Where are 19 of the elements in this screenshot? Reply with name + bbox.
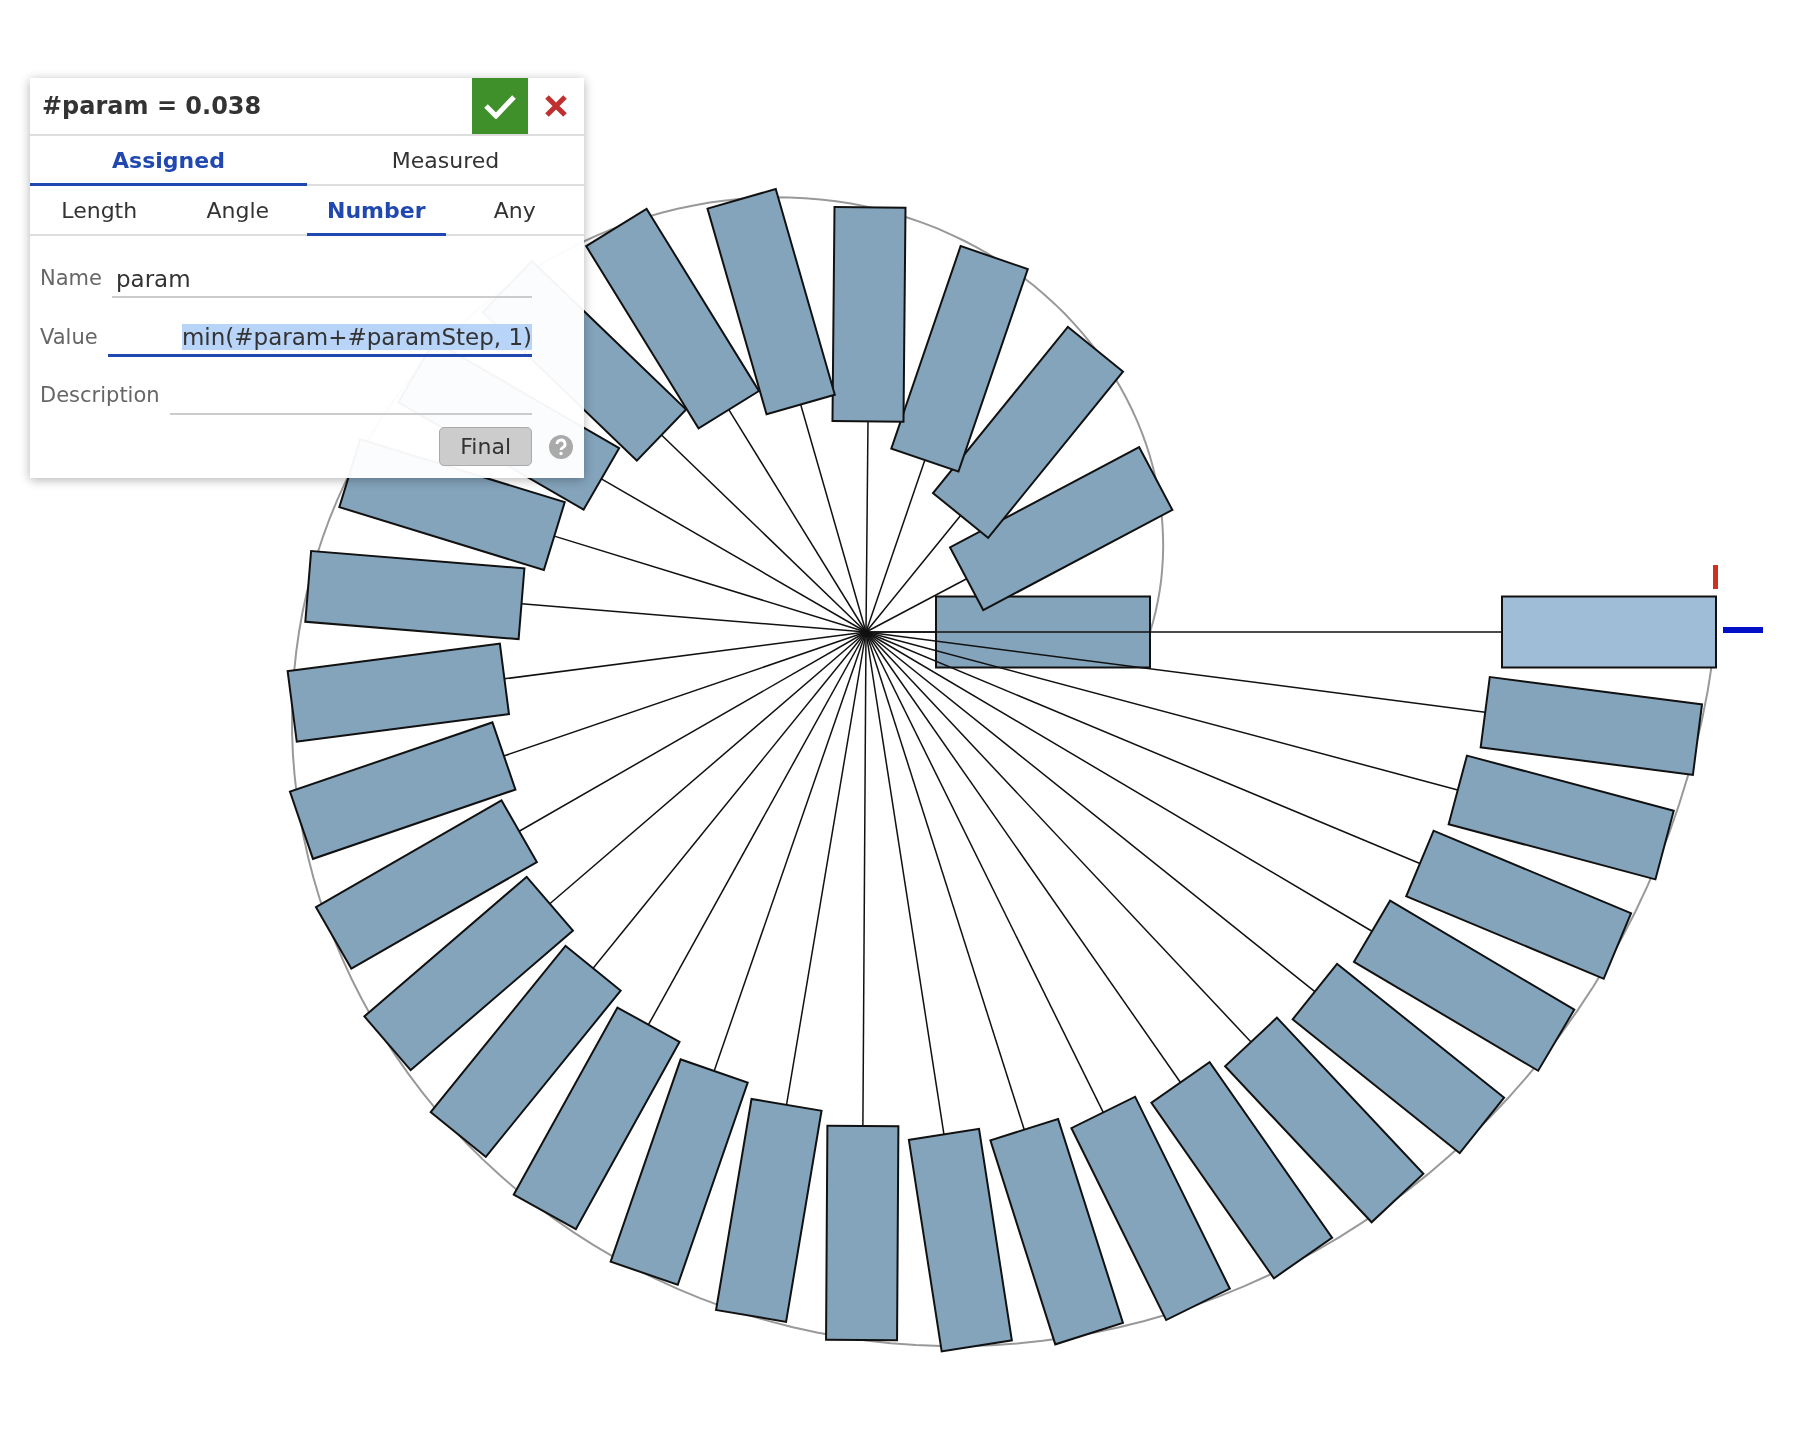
confirm-button[interactable] [472,78,528,134]
axis-marker [1723,627,1763,633]
close-icon [544,94,568,118]
field-label: Name [40,266,102,292]
input-field[interactable]: param [111,250,532,298]
final-button[interactable]: Final [439,427,532,466]
type-tab[interactable]: Angle [168,186,307,236]
mode-tab[interactable]: Assigned [30,136,307,186]
axis-marker [1713,565,1718,589]
help-icon[interactable] [548,433,574,460]
type-tab[interactable]: Number [307,186,446,236]
check-icon [483,93,517,119]
input-field[interactable]: min(#param+#paramStep, 1) [107,308,532,357]
field-label: Description [40,383,160,409]
type-tab[interactable]: Length [30,186,169,236]
mode-tab[interactable]: Measured [307,136,584,186]
dialog-title: #param = 0.038 [41,91,263,122]
type-tab[interactable]: Any [445,186,584,236]
field-label: Value [40,325,98,351]
